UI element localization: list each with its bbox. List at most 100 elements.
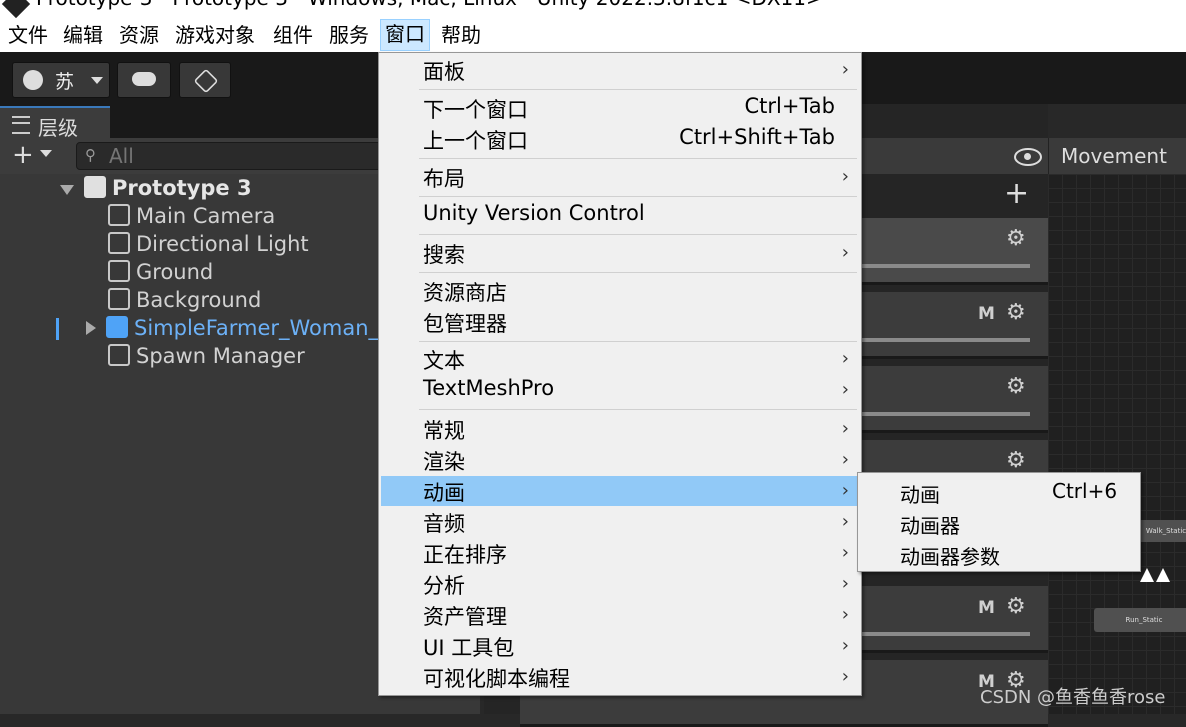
menu-item-animation[interactable]: 动画 › — [381, 476, 859, 506]
menu-item-next-window[interactable]: 下一个窗口 Ctrl+Tab — [381, 93, 859, 123]
menu-item-sequencing[interactable]: 正在排序 › — [381, 538, 859, 568]
tab-hierarchy[interactable]: 层级 — [0, 106, 110, 140]
menu-item-label: 渲染 — [423, 450, 465, 474]
collab-button[interactable] — [179, 62, 231, 98]
menu-item-ui-toolkit[interactable]: UI 工具包 › — [381, 631, 859, 661]
eye-icon[interactable] — [1014, 148, 1042, 166]
tree-item[interactable]: Spawn Manager — [108, 344, 305, 372]
menu-item-label: 下一个窗口 — [423, 98, 528, 122]
window-menu-dropdown: 面板 › 下一个窗口 Ctrl+Tab 上一个窗口 Ctrl+Shift+Tab 布局… — [378, 52, 862, 696]
menu-item-label: 搜索 — [423, 243, 465, 267]
watermark: CSDN @鱼香鱼香rose — [980, 687, 1166, 708]
menu-item-package-manager[interactable]: 包管理器 — [381, 307, 859, 337]
object-label: Background — [136, 288, 262, 312]
menu-component[interactable]: 组件 — [269, 20, 317, 50]
submenu-item-animator-parameters[interactable]: 动画器参数 — [858, 537, 1140, 569]
menu-item-label: 上一个窗口 — [423, 129, 528, 153]
add-layer-icon[interactable]: + — [1004, 176, 1029, 211]
submenu-arrow-icon: › — [841, 166, 849, 187]
menu-item-asset-management[interactable]: 资产管理 › — [381, 600, 859, 630]
tree-item[interactable]: SimpleFarmer_Woman_0 — [86, 316, 392, 344]
expand-arrow-icon[interactable] — [60, 185, 74, 195]
menu-item-panels[interactable]: 面板 › — [381, 55, 859, 85]
account-label: 苏 — [55, 71, 75, 93]
menu-item-previous-window[interactable]: 上一个窗口 Ctrl+Shift+Tab — [381, 124, 859, 154]
layer-weight-slider[interactable] — [860, 412, 1030, 416]
submenu-item-label: 动画 — [900, 483, 940, 507]
submenu-arrow-icon: › — [841, 511, 849, 532]
submenu-item-animation[interactable]: 动画 Ctrl+6 — [858, 475, 1140, 507]
menu-separator — [419, 409, 857, 410]
animator-graph[interactable]: Walk_Static Run_Static — [1048, 174, 1186, 714]
gear-icon[interactable]: ⚙ — [1006, 448, 1026, 473]
add-icon[interactable]: + — [12, 140, 34, 170]
selection-marker — [56, 318, 59, 340]
menu-file[interactable]: 文件 — [4, 20, 52, 50]
scene-row[interactable]: Prototype 3 — [60, 176, 252, 204]
submenu-arrow-icon: › — [841, 542, 849, 563]
animation-submenu: 动画 Ctrl+6 动画器 动画器参数 — [857, 472, 1141, 572]
chevron-down-icon[interactable] — [40, 150, 52, 157]
menu-gameobject[interactable]: 游戏对象 — [171, 20, 259, 50]
menu-item-label: Unity Version Control — [423, 201, 645, 225]
menu-item-label: 分析 — [423, 574, 465, 598]
submenu-arrow-icon: › — [841, 573, 849, 594]
menu-item-layouts[interactable]: 布局 › — [381, 162, 859, 192]
gameobject-icon — [108, 204, 130, 226]
submenu-arrow-icon: › — [841, 666, 849, 687]
menu-item-label: TextMeshPro — [423, 376, 555, 400]
menu-edit[interactable]: 编辑 — [59, 20, 107, 50]
menu-services[interactable]: 服务 — [325, 20, 373, 50]
menu-item-textmeshpro[interactable]: TextMeshPro › — [381, 375, 859, 405]
submenu-arrow-icon: › — [841, 59, 849, 80]
submenu-arrow-icon: › — [841, 379, 849, 400]
layer-weight-slider[interactable] — [860, 338, 1030, 342]
menu-item-search[interactable]: 搜索 › — [381, 238, 859, 268]
gear-icon[interactable]: ⚙ — [1006, 226, 1026, 251]
menu-separator — [419, 272, 857, 273]
menu-item-label: 可视化脚本编程 — [423, 667, 570, 691]
title-bar: Prototype-3 - Prototype 3 - Windows, Mac… — [0, 0, 1186, 18]
gear-icon[interactable]: ⚙ — [1006, 594, 1026, 619]
gear-icon[interactable]: ⚙ — [1006, 374, 1026, 399]
menu-item-label: 动画 — [423, 481, 465, 505]
menu-item-unity-version-control[interactable]: Unity Version Control — [381, 200, 859, 230]
tree-item[interactable]: Ground — [108, 260, 213, 288]
cloud-button[interactable] — [117, 62, 171, 98]
gameobject-icon — [108, 344, 130, 366]
hierarchy-search[interactable]: ⚲ — [76, 142, 398, 170]
menu-assets[interactable]: 资源 — [115, 20, 163, 50]
submenu-arrow-icon: › — [841, 480, 849, 501]
menu-item-shortcut: Ctrl+Shift+Tab — [679, 125, 835, 149]
menu-item-label: 文本 — [423, 349, 465, 373]
account-button[interactable]: 苏 — [12, 62, 110, 98]
expand-arrow-icon[interactable] — [86, 321, 96, 335]
state-node-walk[interactable]: Walk_Static — [1136, 520, 1186, 542]
menu-window[interactable]: 窗口 — [380, 19, 430, 51]
tree-item[interactable]: Directional Light — [108, 232, 309, 260]
menu-item-label: 音频 — [423, 512, 465, 536]
menu-item-visual-scripting[interactable]: 可视化脚本编程 › — [381, 662, 859, 692]
menu-item-audio[interactable]: 音频 › — [381, 507, 859, 537]
search-icon: ⚲ — [85, 146, 96, 164]
tree-item[interactable]: Background — [108, 288, 261, 316]
submenu-item-animator[interactable]: 动画器 — [858, 506, 1140, 538]
gear-icon[interactable]: ⚙ — [1006, 300, 1026, 325]
menu-help[interactable]: 帮助 — [437, 20, 485, 50]
menu-item-general[interactable]: 常规 › — [381, 414, 859, 444]
chevron-down-icon — [91, 77, 103, 84]
menu-separator — [419, 196, 857, 197]
menu-item-analysis[interactable]: 分析 › — [381, 569, 859, 599]
tab-movement[interactable]: Movement — [1048, 138, 1186, 174]
search-input[interactable] — [107, 144, 391, 168]
menu-item-rendering[interactable]: 渲染 › — [381, 445, 859, 475]
layer-weight-slider[interactable] — [860, 632, 1030, 636]
submenu-arrow-icon: › — [841, 604, 849, 625]
menu-separator — [419, 89, 857, 90]
layer-weight-slider[interactable] — [860, 264, 1030, 268]
state-node-run[interactable]: Run_Static — [1094, 608, 1186, 632]
menu-item-text[interactable]: 文本 › — [381, 344, 859, 374]
cloud-icon — [132, 72, 156, 86]
menu-item-asset-store[interactable]: 资源商店 — [381, 276, 859, 306]
tree-item[interactable]: Main Camera — [108, 204, 275, 232]
